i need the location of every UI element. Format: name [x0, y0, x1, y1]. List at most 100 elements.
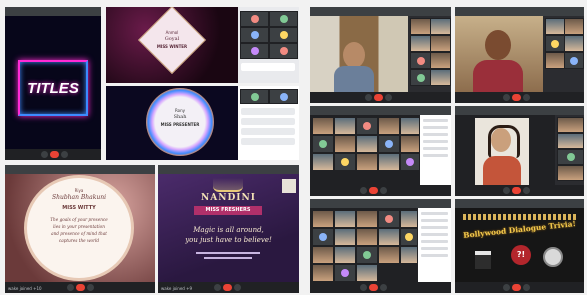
participant-tile[interactable] — [334, 264, 356, 282]
participant-tile[interactable] — [269, 89, 298, 104]
participant-tile[interactable] — [410, 18, 431, 35]
end-call-button[interactable] — [374, 94, 383, 101]
participant-tile[interactable] — [312, 210, 334, 228]
participant-tile[interactable] — [400, 210, 418, 228]
participant-column — [555, 115, 584, 185]
participant-tile[interactable] — [240, 43, 269, 59]
mic-button[interactable] — [503, 94, 510, 101]
mic-button[interactable] — [503, 187, 510, 194]
camera-button[interactable] — [523, 187, 530, 194]
participant-tile[interactable] — [410, 69, 431, 86]
end-call-button[interactable] — [369, 284, 378, 291]
end-call-button[interactable] — [76, 284, 85, 291]
participant-tile[interactable] — [545, 52, 565, 69]
participant-tile[interactable] — [334, 246, 356, 264]
participant-tile[interactable] — [334, 153, 356, 171]
participant-tile[interactable] — [356, 210, 378, 228]
participant-tile[interactable] — [564, 18, 584, 35]
participant-tile[interactable] — [240, 11, 269, 27]
camera-button[interactable] — [380, 187, 387, 194]
mic-button[interactable] — [41, 151, 48, 158]
participant-tile[interactable] — [334, 210, 356, 228]
participant-tile[interactable] — [430, 18, 451, 35]
participant-tile[interactable] — [312, 117, 334, 135]
participant-tile[interactable] — [400, 117, 420, 135]
mic-button[interactable] — [214, 284, 221, 291]
camera-button[interactable] — [380, 284, 387, 291]
chat-message — [241, 128, 295, 135]
meeting-controls — [455, 185, 584, 196]
mic-button[interactable] — [360, 187, 367, 194]
participant-tile[interactable] — [430, 69, 451, 86]
participant-tile[interactable] — [400, 153, 420, 171]
window-topbar — [5, 165, 155, 174]
card-line-3: Magic is all around, — [193, 226, 264, 234]
participant-tile[interactable] — [400, 246, 418, 264]
camera-button[interactable] — [61, 151, 68, 158]
participant-tile[interactable] — [356, 153, 378, 171]
mic-button[interactable] — [67, 284, 74, 291]
end-call-button[interactable] — [512, 187, 521, 194]
window-topbar — [455, 7, 584, 16]
mic-button[interactable] — [360, 284, 367, 291]
participant-tile[interactable] — [334, 135, 356, 153]
participant-tile[interactable] — [334, 117, 356, 135]
self-view[interactable] — [282, 179, 296, 193]
participant-tile[interactable] — [312, 246, 334, 264]
main-video — [455, 16, 543, 92]
participant-tile[interactable] — [269, 43, 298, 59]
participant-tile[interactable] — [240, 27, 269, 43]
participant-tile[interactable] — [557, 165, 584, 181]
participant-column — [408, 16, 451, 92]
participant-tile[interactable] — [378, 210, 400, 228]
participant-tile[interactable] — [400, 228, 418, 246]
participant-tile[interactable] — [312, 153, 334, 171]
participant-tile[interactable] — [378, 153, 400, 171]
end-call-button[interactable] — [512, 94, 521, 101]
participant-tile[interactable] — [240, 89, 269, 104]
participant-tile[interactable] — [545, 18, 565, 35]
camera-button[interactable] — [523, 284, 530, 291]
participant-tile[interactable] — [430, 52, 451, 69]
participant-tile[interactable] — [378, 228, 400, 246]
mic-button[interactable] — [365, 94, 372, 101]
participant-tile[interactable] — [410, 52, 431, 69]
participant-tile[interactable] — [312, 228, 334, 246]
card-line-4: The goals of your presence — [50, 217, 108, 222]
participant-tile[interactable] — [400, 135, 420, 153]
participant-tile[interactable] — [378, 117, 400, 135]
camera-button[interactable] — [234, 284, 241, 291]
mic-button[interactable] — [503, 284, 510, 291]
end-call-button[interactable] — [50, 151, 59, 158]
trivia-title: Bollywood Dialogue Trivia! — [462, 219, 577, 240]
window-topbar — [455, 106, 584, 115]
participant-tile[interactable] — [557, 133, 584, 149]
end-call-button[interactable] — [223, 284, 232, 291]
participant-tile[interactable] — [410, 35, 431, 52]
participant-tile[interactable] — [564, 52, 584, 69]
participant-tile[interactable] — [356, 117, 378, 135]
participant-tile[interactable] — [312, 264, 334, 282]
participant-tile[interactable] — [545, 35, 565, 52]
participant-grid — [310, 115, 420, 185]
participant-tile[interactable] — [430, 35, 451, 52]
participant-tile[interactable] — [356, 228, 378, 246]
participant-tile[interactable] — [356, 246, 378, 264]
end-call-button[interactable] — [369, 187, 378, 194]
participant-tile[interactable] — [356, 264, 378, 282]
participant-tile[interactable] — [557, 149, 584, 165]
participant-tile[interactable] — [378, 135, 400, 153]
participant-tile[interactable] — [378, 246, 400, 264]
participant-tile[interactable] — [564, 35, 584, 52]
end-call-button[interactable] — [512, 284, 521, 291]
camera-button[interactable] — [385, 94, 392, 101]
participant-tile[interactable] — [269, 27, 298, 43]
camera-button[interactable] — [523, 94, 530, 101]
chat-panel — [420, 115, 451, 185]
participant-tile[interactable] — [356, 135, 378, 153]
camera-button[interactable] — [87, 284, 94, 291]
participant-tile[interactable] — [312, 135, 334, 153]
participant-tile[interactable] — [334, 228, 356, 246]
participant-tile[interactable] — [269, 11, 298, 27]
participant-tile[interactable] — [557, 117, 584, 133]
